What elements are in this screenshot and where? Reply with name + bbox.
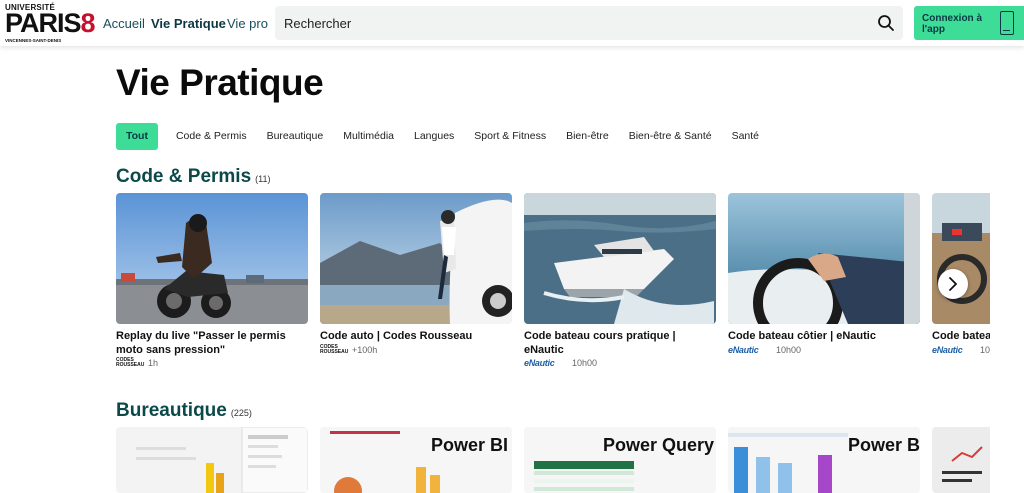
filter-multimedia[interactable]: Multimédia [333,123,404,150]
thumbnail-label: Power Query [602,435,714,455]
carousel-next-button[interactable] [938,269,968,299]
logo-subtitle: VINCENNES-SAINT-DENIS [5,38,62,43]
top-header: UNIVERSITÉ PARIS8 VINCENNES-SAINT-DENIS … [0,0,1024,46]
filter-tout[interactable]: Tout [116,123,158,150]
logo-paris-text: PARIS8 [5,8,96,38]
thumbnail-label: Power B [847,435,920,455]
section-count: (11) [255,174,271,184]
search-input[interactable] [275,6,864,40]
course-thumbnail: Power B [728,427,920,493]
course-duration: 10h00 [572,358,598,368]
filter-sante[interactable]: Santé [722,123,769,150]
code-permis-carousel: Replay du live "Passer le permis moto sa… [116,193,990,373]
course-meta: CODES ROUSSEAU +100h [320,344,378,356]
course-duration: 10 [980,345,990,355]
course-thumbnail [116,193,308,324]
app-login-button[interactable]: Connexion à l'app [914,6,1024,40]
course-thumbnail: Power Query [524,427,716,493]
course-thumbnail [932,193,990,324]
filter-sport-fitness[interactable]: Sport & Fitness [464,123,556,150]
section-count: (225) [230,408,252,418]
course-meta: CODES ROUSSEAU 1h [116,357,159,369]
category-filters: Tout Code & Permis Bureautique Multimédi… [116,123,769,150]
chevron-right-icon [949,277,957,291]
course-title: Code bateau cours pratique | eNautic [524,330,676,356]
course-thumbnail [116,427,308,493]
search-bar [275,6,903,40]
section-title-bureautique[interactable]: Bureautique (225) [116,400,252,422]
course-meta: eNautic 10h00 [728,345,801,355]
filter-langues[interactable]: Langues [404,123,464,150]
nav-link-accueil[interactable]: Accueil [103,16,145,31]
provider-logo: eNautic [728,345,759,355]
filter-bien-etre[interactable]: Bien-être [556,123,619,150]
course-thumbnail [932,427,990,493]
course-duration: 1h [148,358,159,368]
filter-bureautique[interactable]: Bureautique [257,123,334,150]
bureautique-carousel: Power BI Power Query Power B [116,427,990,493]
provider-logo: CODES ROUSSEAU [116,357,145,368]
page-title: Vie Pratique [116,62,324,103]
nav-link-vie-pro[interactable]: Vie pro [227,16,268,31]
search-icon[interactable] [877,14,895,32]
provider-logo: eNautic [932,345,963,355]
university-logo[interactable]: UNIVERSITÉ PARIS8 VINCENNES-SAINT-DENIS [5,3,96,43]
course-thumbnail [728,193,920,324]
nav-link-vie-pratique[interactable]: Vie Pratique [151,16,226,31]
course-title: Code bateau [932,330,990,342]
course-title: Replay du live "Passer le permis moto sa… [116,330,286,356]
app-login-label: Connexion à l'app [922,13,983,35]
course-meta: eNautic 10 [932,345,990,355]
section-title-code-permis[interactable]: Code & Permis (11) [116,166,271,188]
course-thumbnail [524,193,716,324]
filter-code-permis[interactable]: Code & Permis [166,123,257,150]
course-duration: 10h00 [776,345,802,355]
filter-bien-etre-sante[interactable]: Bien-être & Santé [619,123,722,150]
course-duration: +100h [352,345,378,355]
provider-logo: eNautic [524,358,555,368]
course-meta: eNautic 10h00 [524,358,597,368]
course-thumbnail: Power BI [320,427,512,493]
course-title: Code auto | Codes Rousseau [320,330,473,342]
thumbnail-label: Power BI [430,435,508,455]
phone-icon [1000,11,1014,35]
course-title: Code bateau côtier | eNautic [728,330,876,342]
provider-logo: CODES ROUSSEAU [320,344,349,355]
course-thumbnail [320,193,512,324]
